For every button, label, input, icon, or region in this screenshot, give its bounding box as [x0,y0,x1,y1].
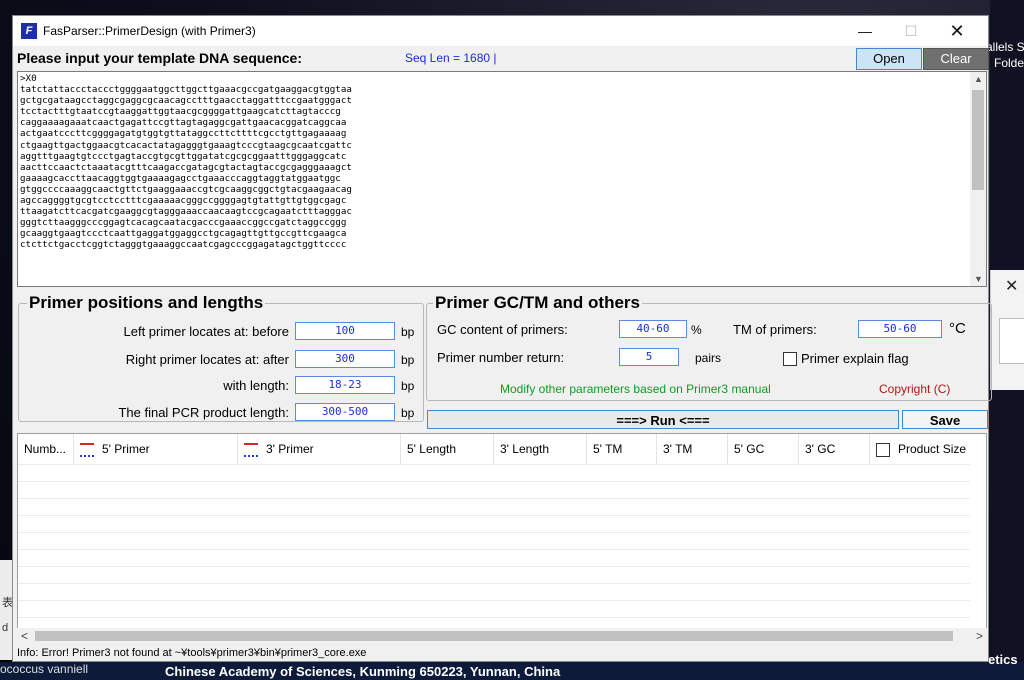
unit-label: bp [401,325,415,339]
column-label: 5' Primer [102,442,150,456]
scroll-right-icon[interactable]: > [976,629,983,643]
column-label: Product Size [898,442,967,456]
unit-label: bp [401,406,415,420]
tm-input[interactable]: 50-60 [858,320,942,338]
sequence-textarea[interactable]: >X0 tatctattaccctaccctggggaatggcttggcttg… [17,71,987,287]
column-label: 3' Length [500,442,550,456]
background-window-panel [999,318,1024,364]
celsius-unit: °C [949,320,966,337]
left-primer-label: Left primer locates at: before [123,324,289,339]
column-label: 3' TM [663,442,693,456]
right-primer-label: Right primer locates at: after [125,352,289,367]
sequence-length-readout: Seq Len = 1680 | [405,51,497,65]
primer-number-label: Primer number return: [437,350,565,365]
primer-length-label: with length: [223,378,289,393]
close-icon[interactable]: ✕ [1005,276,1018,296]
table-row [18,583,970,601]
column-header-5-tm[interactable]: 5' TM [587,434,657,464]
table-row [18,566,970,584]
app-icon: F [21,23,37,39]
column-header-3-gc[interactable]: 3' GC [799,434,870,464]
background-text: ococcus vanniell [0,662,89,676]
clear-button[interactable]: Clear [923,48,989,70]
table-row [18,481,970,499]
sequence-text: >X0 tatctattaccctaccctggggaatggcttggcttg… [20,73,352,251]
table-header: Numb... 5' Primer 3' Primer 5' Length 3'… [18,434,986,464]
vertical-scrollbar[interactable]: ▲ ▼ [970,72,986,286]
results-table[interactable]: Numb... 5' Primer 3' Primer 5' Length 3'… [17,433,987,643]
title-bar[interactable]: F FasParser::PrimerDesign (with Primer3)… [13,16,988,46]
scrollbar-thumb[interactable] [35,631,953,641]
product-length-input[interactable]: 300-500 [295,403,395,421]
sequence-prompt: Please input your template DNA sequence: [17,50,302,66]
column-header-3-primer[interactable]: 3' Primer [238,434,401,464]
save-button[interactable]: Save [902,410,988,429]
column-label: 3' GC [805,442,836,456]
column-header-5-length[interactable]: 5' Length [401,434,494,464]
gc-content-label: GC content of primers: [437,322,568,337]
primer-gc-tm-group: Primer GC/TM and others GC content of pr… [426,293,992,401]
background-text: etics [988,652,1018,667]
minimize-button[interactable]: — [842,16,888,46]
scroll-down-icon[interactable]: ▼ [974,274,983,284]
group-title: Primer positions and lengths [27,293,266,313]
column-label: Numb... [24,442,67,456]
modify-parameters-note: Modify other parameters based on Primer3… [500,382,771,396]
tm-label: TM of primers: [733,322,817,337]
left-primer-input[interactable]: 100 [295,322,395,340]
table-row [18,498,970,516]
column-header-5-gc[interactable]: 5' GC [728,434,799,464]
primer-design-window: F FasParser::PrimerDesign (with Primer3)… [12,15,992,662]
product-icon [876,442,890,457]
unit-label: bp [401,353,415,367]
open-button[interactable]: Open [856,48,922,70]
percent-unit: % [691,323,702,337]
background-text: Chinese Academy of Sciences, Kunming 650… [165,664,561,679]
status-bar: Info: Error! Primer3 not found at ~¥tool… [17,647,367,659]
scrollbar-thumb[interactable] [972,90,984,190]
primer-positions-group: Primer positions and lengths Left primer… [18,293,424,422]
primer-explain-checkbox[interactable] [783,352,797,366]
maximize-button[interactable]: ☐ [888,16,934,46]
copyright-link[interactable]: Copyright (C) [879,382,950,396]
column-header-5-primer[interactable]: 5' Primer [74,434,238,464]
primer-length-input[interactable]: 18-23 [295,376,395,394]
column-header-product-size[interactable]: Product Size [870,434,986,464]
window-title: FasParser::PrimerDesign (with Primer3) [43,24,256,38]
column-header-3-tm[interactable]: 3' TM [657,434,728,464]
column-label: 5' TM [593,442,623,456]
group-title: Primer GC/TM and others [433,293,642,313]
scroll-up-icon[interactable]: ▲ [974,74,983,84]
column-header-3-length[interactable]: 3' Length [494,434,587,464]
desktop-icon-label[interactable]: allels S [986,40,1024,54]
column-header-number[interactable]: Numb... [18,434,74,464]
table-row [18,549,970,567]
sequence-icon [80,442,94,457]
desktop-icon-label[interactable]: Folde [994,56,1024,70]
horizontal-scrollbar[interactable]: < > [17,628,987,644]
product-length-label: The final PCR product length: [118,405,289,420]
primer-explain-label: Primer explain flag [801,351,909,366]
table-row [18,600,970,618]
table-row [18,515,970,533]
background-text: d [2,622,9,634]
column-label: 5' Length [407,442,457,456]
run-button[interactable]: ===> Run <=== [427,410,899,429]
table-row [18,464,970,482]
desktop-bottom-strip: ococcus vanniell Chinese Academy of Scie… [0,652,1024,680]
gc-content-input[interactable]: 40-60 [619,320,687,338]
pairs-unit: pairs [695,351,722,365]
sequence-icon [244,442,258,457]
table-row [18,532,970,550]
background-window: ✕ [990,270,1024,390]
scroll-left-icon[interactable]: < [21,629,28,643]
close-button[interactable]: ✕ [934,16,980,46]
right-primer-input[interactable]: 300 [295,350,395,368]
column-label: 3' Primer [266,442,314,456]
unit-label: bp [401,379,415,393]
primer-number-input[interactable]: 5 [619,348,679,366]
column-label: 5' GC [734,442,765,456]
